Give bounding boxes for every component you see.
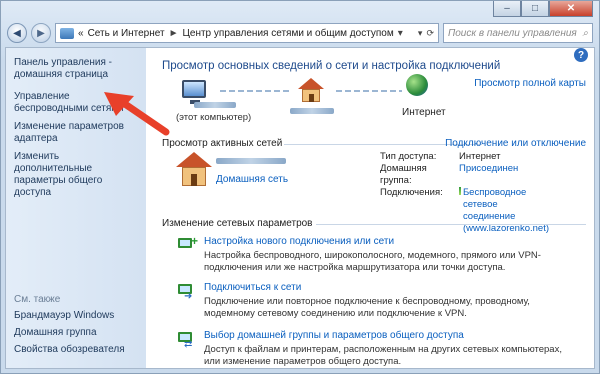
network-map: (этот компьютер) Интернет bbox=[176, 74, 476, 128]
homegroup-value-link[interactable]: Присоединен bbox=[459, 163, 518, 187]
access-type-value: Интернет bbox=[459, 151, 501, 162]
change-settings-title: Изменение сетевых параметров bbox=[162, 218, 313, 229]
connect-disconnect-link[interactable]: Подключение или отключение bbox=[445, 138, 586, 149]
refresh-icon[interactable]: ⟳ bbox=[426, 28, 434, 39]
wireless-connection-link[interactable]: Беспроводное сетевое соединение (www.laz… bbox=[463, 187, 549, 235]
wifi-signal-icon bbox=[459, 187, 461, 195]
window-controls: – □ ✕ bbox=[493, 1, 593, 17]
connection-line bbox=[220, 90, 290, 92]
this-computer-label: (этот компьютер) bbox=[176, 112, 252, 123]
connections-label: Подключения: bbox=[380, 187, 443, 198]
help-icon[interactable]: ? bbox=[574, 48, 588, 62]
sidebar-item-adapter-settings[interactable]: Изменение параметров адаптера bbox=[14, 121, 138, 145]
internet-globe-icon bbox=[406, 74, 428, 96]
connect-network-desc: Подключение или повторное подключение к … bbox=[204, 296, 530, 319]
home-network-icon bbox=[298, 78, 324, 102]
homegroup-sharing-link[interactable]: Выбор домашней группы и параметров общег… bbox=[204, 330, 564, 341]
active-networks-title: Просмотр активных сетей bbox=[162, 138, 283, 149]
homegroup-sharing-icon: ⇄ bbox=[176, 330, 196, 350]
address-bar-row: ◀ ▶ « Сеть и Интернет ► Центр управления… bbox=[7, 22, 593, 44]
homegroup-sharing-desc: Доступ к файлам и принтерам, расположенн… bbox=[204, 344, 562, 367]
connect-network-icon: ➜ bbox=[176, 282, 196, 302]
task-homegroup-sharing: ⇄ Выбор домашней группы и параметров общ… bbox=[176, 330, 564, 368]
control-panel-window: – □ ✕ ◀ ▶ « Сеть и Интернет ► Центр упра… bbox=[0, 0, 600, 374]
connect-network-link[interactable]: Подключиться к сети bbox=[204, 282, 564, 293]
close-button[interactable]: ✕ bbox=[549, 1, 593, 17]
homegroup-label: Домашняя группа: bbox=[380, 163, 427, 186]
internet-label: Интернет bbox=[402, 107, 446, 118]
task-connect-network: ➜ Подключиться к сети Подключение или по… bbox=[176, 282, 564, 320]
control-panel-icon bbox=[60, 27, 74, 39]
divider bbox=[316, 224, 586, 225]
breadcrumb-separator[interactable]: ► bbox=[169, 28, 179, 39]
forward-button[interactable]: ▶ bbox=[31, 23, 51, 43]
back-button[interactable]: ◀ bbox=[7, 23, 27, 43]
main-panel: ? Просмотр основных сведений о сети и на… bbox=[158, 48, 594, 368]
active-network-name-redacted bbox=[216, 158, 286, 164]
breadcrumb-network-center[interactable]: Центр управления сетями и общим доступом bbox=[183, 28, 394, 39]
connection-line bbox=[336, 90, 402, 92]
new-connection-desc: Настройка беспроводного, широкополосного… bbox=[204, 250, 541, 273]
address-bar[interactable]: « Сеть и Интернет ► Центр управления сет… bbox=[55, 23, 439, 43]
search-placeholder: Поиск в панели управления bbox=[448, 27, 577, 39]
computer-icon bbox=[182, 80, 206, 104]
breadcrumb-dropdown-icon[interactable]: ▾ bbox=[398, 28, 403, 39]
sidebar-item-firewall[interactable]: Брандмауэр Windows bbox=[14, 310, 125, 322]
maximize-button[interactable]: □ bbox=[521, 1, 549, 17]
new-connection-icon: + bbox=[176, 234, 198, 256]
search-input[interactable]: Поиск в панели управления ⌕ bbox=[443, 23, 593, 43]
access-type-label: Тип доступа: bbox=[380, 151, 437, 162]
task-new-connection: + Настройка нового подключения или сети … bbox=[176, 234, 564, 274]
content-area: Панель управления - домашняя страница Уп… bbox=[5, 47, 595, 369]
sidebar: Панель управления - домашняя страница Уп… bbox=[6, 48, 146, 368]
breadcrumb-network-internet[interactable]: Сеть и Интернет bbox=[88, 28, 165, 39]
network-properties: Тип доступа: Интернет Домашняя группа: При… bbox=[380, 151, 549, 235]
computer-name-redacted bbox=[194, 102, 236, 108]
see-also-label: См. также bbox=[14, 294, 61, 305]
full-map-link[interactable]: Просмотр полной карты bbox=[474, 78, 586, 89]
home-network-large-icon bbox=[176, 152, 212, 186]
breadcrumb-prefix[interactable]: « bbox=[78, 28, 84, 39]
network-name-redacted bbox=[290, 108, 334, 114]
sidebar-item-home[interactable]: Панель управления - домашняя страница bbox=[14, 57, 138, 81]
minimize-button[interactable]: – bbox=[493, 1, 521, 17]
sidebar-item-sharing-settings[interactable]: Изменить дополнительные параметры общего… bbox=[14, 151, 138, 199]
sidebar-item-wireless-networks[interactable]: Управление беспроводными сетями bbox=[14, 91, 138, 115]
page-title: Просмотр основных сведений о сети и наст… bbox=[162, 60, 501, 72]
new-connection-link[interactable]: Настройка нового подключения или сети bbox=[204, 236, 564, 247]
sidebar-item-homegroup[interactable]: Домашняя группа bbox=[14, 327, 125, 339]
history-dropdown-icon[interactable]: ▾ bbox=[418, 28, 423, 39]
home-network-link[interactable]: Домашняя сеть bbox=[216, 174, 288, 185]
search-icon[interactable]: ⌕ bbox=[582, 28, 588, 39]
sidebar-item-internet-options[interactable]: Свойства обозревателя bbox=[14, 344, 125, 356]
